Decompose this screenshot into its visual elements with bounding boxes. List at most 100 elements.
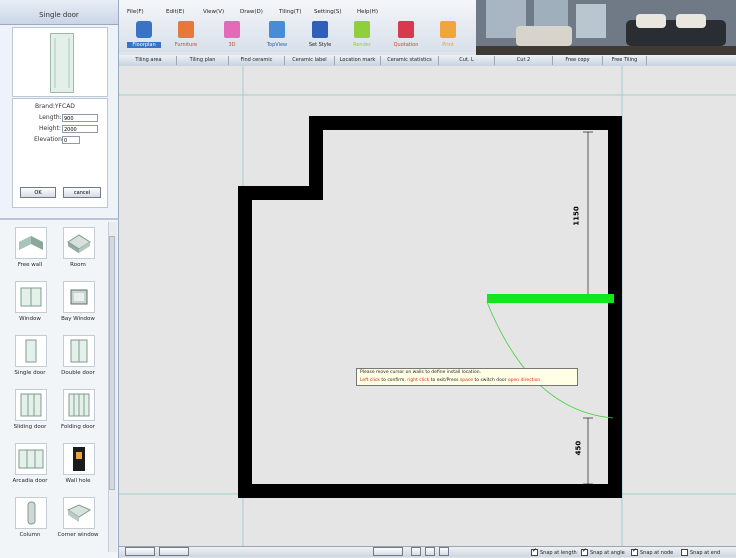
snap-length-toggle[interactable]: Snap at length <box>531 547 577 556</box>
height-label: Height: <box>39 125 61 132</box>
tooltip-text: to switch door <box>473 378 508 383</box>
tooltip-text: to confirm, <box>379 378 408 383</box>
floorplan-drawing <box>119 66 736 546</box>
room-walls <box>238 116 622 498</box>
tooltip-line-2: Left click to confirm, right click to ex… <box>360 377 577 385</box>
menu-toolbar: File(F) Edit(E) View(V) Draw(D) Tiling(T… <box>119 0 476 52</box>
checkbox-icon[interactable] <box>681 549 688 556</box>
zoom-all-button[interactable] <box>373 547 403 556</box>
snap-node-toggle[interactable]: Snap at node <box>631 547 674 556</box>
tool-floorplan[interactable]: Floorplan <box>127 18 161 52</box>
tool-label: TopView <box>266 42 288 48</box>
tab-free-tiling[interactable]: Free Tiling <box>603 56 647 65</box>
tab-cut-l[interactable]: Cut. L <box>439 56 495 65</box>
checkbox-icon[interactable] <box>631 547 638 556</box>
bay-window-icon <box>63 281 95 313</box>
status-button-1[interactable] <box>125 547 155 556</box>
print-icon <box>440 21 456 38</box>
snap-node-label: Snap at node <box>640 550 674 556</box>
menu-draw[interactable]: Draw(D) <box>240 9 263 15</box>
room-icon <box>63 227 95 259</box>
tool-label: Quotation <box>393 42 419 48</box>
tool-topview[interactable]: TopView <box>260 18 294 52</box>
properties-panel: Single door Brand:YFCAD Length: 900 Heig… <box>0 0 119 218</box>
pan-icon[interactable] <box>439 547 449 556</box>
tool-3d[interactable]: 3D <box>215 18 249 52</box>
tab-ceramic-statistics[interactable]: Ceramic statistics <box>381 56 439 65</box>
snap-end-toggle[interactable]: Snap at end <box>681 549 720 556</box>
single-door-icon <box>50 33 74 93</box>
menu-edit[interactable]: Edit(E) <box>166 9 184 15</box>
drawing-canvas[interactable]: 1150 450 <box>119 66 736 546</box>
tool-label: Floorplan <box>127 42 161 48</box>
library-item-bay-window[interactable]: Bay Window <box>54 277 102 329</box>
library-item-double-door[interactable]: Double door <box>54 331 102 383</box>
library-item-corner-window[interactable]: Corner window <box>54 493 102 545</box>
tool-set-style[interactable]: Set Style <box>303 18 337 52</box>
library-item-label: Folding door <box>60 424 96 430</box>
menu-view[interactable]: View(V) <box>203 9 224 15</box>
tool-furniture[interactable]: Furniture <box>169 18 203 52</box>
menu-tiling[interactable]: Tiling(T) <box>279 9 301 15</box>
snap-end-label: Snap at end <box>690 550 721 556</box>
tab-location-mark[interactable]: Location mark <box>335 56 381 65</box>
elevation-input[interactable]: 0 <box>62 136 80 144</box>
library-item-free-wall[interactable]: Free wall <box>6 223 54 275</box>
door-preview <box>12 27 108 97</box>
tool-print[interactable]: Print <box>431 18 465 52</box>
quotation-icon <box>398 21 414 38</box>
free-wall-icon <box>15 227 47 259</box>
status-button-2[interactable] <box>159 547 189 556</box>
snap-angle-toggle[interactable]: Snap at angle <box>581 547 625 556</box>
tooltip-left-click: Left click <box>360 378 380 383</box>
library-item-folding-door[interactable]: Folding door <box>54 385 102 437</box>
library-scrollbar-thumb[interactable] <box>109 236 115 490</box>
elevation-label: Elevation: <box>34 136 64 143</box>
library-item-window[interactable]: Window <box>6 277 54 329</box>
tool-label: 3D <box>228 42 236 48</box>
tool-quotation[interactable]: Quotation <box>389 18 423 52</box>
snap-angle-label: Snap at angle <box>590 550 625 556</box>
zoom-out-icon[interactable] <box>425 547 435 556</box>
library-item-arcadia-door[interactable]: Arcadia door <box>6 439 54 491</box>
sliding-door-icon <box>15 389 47 421</box>
menu-file[interactable]: File(F) <box>127 9 144 15</box>
cancel-button[interactable]: cancel <box>63 187 101 198</box>
library-item-single-door[interactable]: Single door <box>6 331 54 383</box>
tab-find-ceramic[interactable]: Find ceramic <box>229 56 285 65</box>
arcadia-door-icon <box>15 443 47 475</box>
tool-label: Print <box>442 42 454 48</box>
length-input[interactable]: 900 <box>62 114 98 122</box>
tool-label: Render <box>353 42 371 48</box>
tooltip-line-1: Please move cursor on walls to define in… <box>360 370 481 375</box>
menu-help[interactable]: Help(H) <box>357 9 378 15</box>
tab-tiling-area[interactable]: Tiling area <box>121 56 177 65</box>
height-input[interactable]: 2000 <box>62 125 98 133</box>
tooltip-open-direction: open direction <box>507 378 541 383</box>
properties-form: Brand:YFCAD Length: 900 Height: 2000 Ele… <box>12 98 108 208</box>
library-item-wall-hole[interactable]: Wall hole <box>54 439 102 491</box>
snap-length-label: Snap at length <box>540 550 577 556</box>
tab-tiling-plan[interactable]: Tiling plan <box>177 56 229 65</box>
zoom-in-icon[interactable] <box>411 547 421 556</box>
tab-cut-2[interactable]: Cut 2 <box>495 56 553 65</box>
library-item-label: Room <box>70 262 86 268</box>
library-item-label: Double door <box>61 370 95 376</box>
brand-label: Brand:YFCAD <box>35 103 75 110</box>
tool-render[interactable]: Render <box>345 18 379 52</box>
menu-setting[interactable]: Setting(S) <box>314 9 341 15</box>
ok-button[interactable]: OK <box>20 187 56 198</box>
door-placement-bar <box>487 294 614 303</box>
checkbox-icon[interactable] <box>581 547 588 556</box>
checkbox-icon[interactable] <box>531 547 538 556</box>
single-door-icon <box>15 335 47 367</box>
render-icon <box>354 21 370 38</box>
tab-free-copy[interactable]: Free copy <box>553 56 603 65</box>
status-bar: Snap at length Snap at angle Snap at nod… <box>119 546 736 557</box>
3d-icon <box>224 21 240 38</box>
library-item-column[interactable]: Column <box>6 493 54 545</box>
library-item-room[interactable]: Room <box>54 223 102 275</box>
library-item-sliding-door[interactable]: Sliding door <box>6 385 54 437</box>
library-item-label: Corner window <box>57 532 99 538</box>
tab-ceramic-label[interactable]: Ceramic label <box>285 56 335 65</box>
